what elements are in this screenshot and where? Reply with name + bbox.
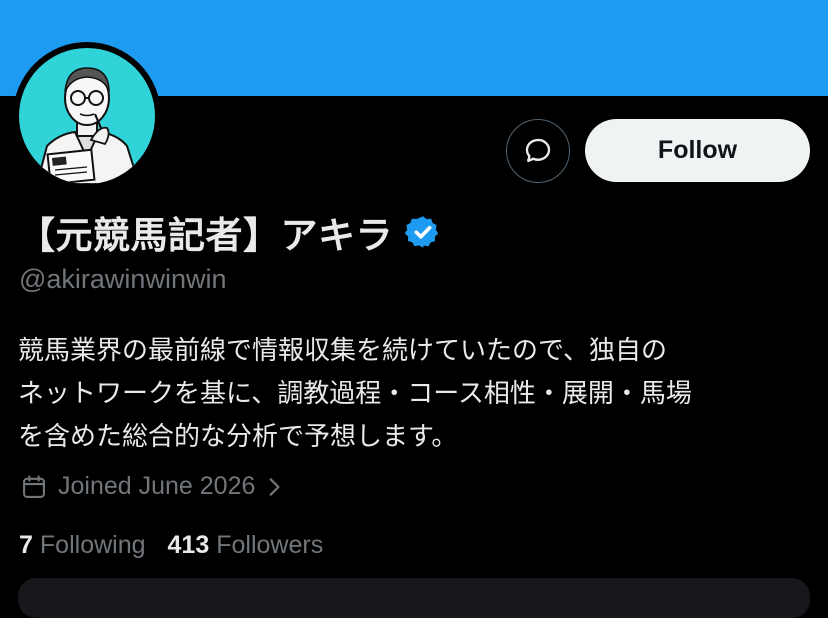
- bio-line: を含めた総合的な分析で予想します。: [18, 422, 458, 452]
- profile-bio: 競馬業界の最前線で情報収集を続けていたので、独自の ネットワークを基に、調教過程…: [18, 330, 818, 459]
- message-bubble-icon: [525, 138, 551, 163]
- profile-handle: @akirawinwinwin: [19, 264, 227, 294]
- bio-line: 競馬業界の最前線で情報収集を続けていたので、独自の: [18, 336, 667, 366]
- chevron-right-icon: [265, 476, 283, 498]
- follow-button[interactable]: Follow: [585, 119, 810, 182]
- joined-date-row[interactable]: Joined June 2026: [20, 472, 283, 501]
- profile-bottom-card[interactable]: [18, 578, 810, 618]
- joined-date-text: Joined June 2026: [58, 472, 256, 500]
- calendar-icon: [20, 473, 48, 501]
- verified-badge-icon[interactable]: [405, 214, 441, 250]
- following-count: 7: [19, 531, 33, 559]
- profile-avatar[interactable]: [13, 42, 161, 190]
- avatar-illustration: [19, 48, 155, 184]
- following-link[interactable]: 7 Following: [19, 531, 146, 560]
- followers-count: 413: [167, 531, 210, 559]
- profile-name-row: 【元競馬記者】アキラ: [18, 206, 441, 258]
- following-label: Following: [39, 531, 146, 559]
- display-name: 【元競馬記者】アキラ: [18, 214, 393, 257]
- profile-stats: 7 Following 413 Followers: [19, 531, 323, 560]
- followers-link[interactable]: 413 Followers: [168, 531, 324, 560]
- message-button[interactable]: [506, 119, 570, 183]
- followers-label: Followers: [216, 531, 324, 559]
- bio-line: ネットワークを基に、調教過程・コース相性・展開・馬場: [18, 379, 692, 409]
